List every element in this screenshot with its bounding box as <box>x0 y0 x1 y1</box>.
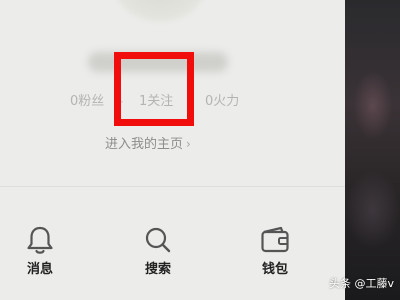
nav-label-messages: 消息 <box>26 262 53 277</box>
search-icon <box>145 227 171 253</box>
nav-label-wallet: 钱包 <box>261 262 288 277</box>
nav-item-messages[interactable]: 消息 <box>5 223 75 283</box>
avatar[interactable] <box>112 0 208 22</box>
fire-count[interactable]: 0火力 <box>205 93 239 111</box>
nav-item-wallet[interactable]: 钱包 <box>240 223 310 283</box>
fans-count[interactable]: 0粉丝 <box>70 93 104 111</box>
highlight-box <box>114 52 194 126</box>
watermark: 头条 @工藤v <box>328 277 394 290</box>
nav-label-search: 搜索 <box>144 262 171 277</box>
wallet-icon <box>261 226 289 253</box>
screen: 0粉丝 · 1关注 · 0火力 进入我的主页 › 消息 搜索 钱包 头条 @工藤… <box>0 0 400 300</box>
background-content <box>345 0 400 300</box>
chevron-right-icon: › <box>186 137 191 151</box>
profile-panel: 0粉丝 · 1关注 · 0火力 进入我的主页 › 消息 搜索 钱包 <box>0 0 345 300</box>
bell-icon <box>27 226 53 254</box>
nav-item-search[interactable]: 搜索 <box>123 223 193 283</box>
bottom-nav: 消息 搜索 钱包 <box>0 187 345 300</box>
my-homepage-label: 进入我的主页 <box>105 137 184 152</box>
my-homepage-link[interactable]: 进入我的主页 › <box>105 136 191 153</box>
